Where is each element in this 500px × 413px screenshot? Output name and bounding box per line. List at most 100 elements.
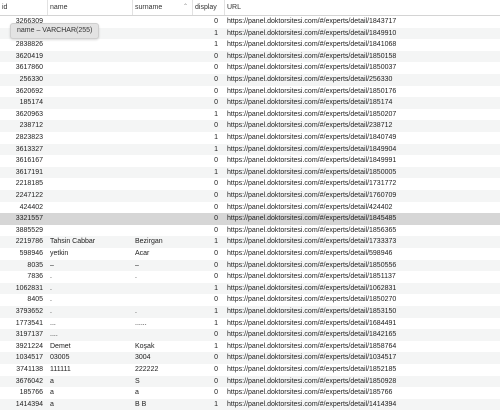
table-row[interactable]: 238712 0 https://panel.doktorsitesi.com/#/… bbox=[0, 120, 500, 132]
cell-url[interactable]: https://panel.doktorsitesi.com/#/experts… bbox=[226, 144, 500, 156]
cell-url[interactable]: https://panel.doktorsitesi.com/#/experts… bbox=[226, 213, 500, 225]
cell-display[interactable]: 0 bbox=[193, 190, 220, 202]
cell-url[interactable]: https://panel.doktorsitesi.com/#/experts… bbox=[226, 74, 500, 86]
cell-url[interactable]: https://panel.doktorsitesi.com/#/experts… bbox=[226, 202, 500, 214]
cell-name[interactable] bbox=[49, 120, 129, 132]
cell-name[interactable] bbox=[49, 39, 129, 51]
table-row[interactable]: 3613327 1 https://panel.doktorsitesi.com/#… bbox=[0, 143, 500, 156]
cell-id[interactable]: 2247122 bbox=[0, 190, 45, 202]
cell-name[interactable]: 111111 bbox=[49, 364, 129, 376]
cell-url[interactable]: https://panel.doktorsitesi.com/#/experts… bbox=[226, 271, 500, 283]
cell-name[interactable] bbox=[49, 97, 129, 109]
cell-name[interactable]: a bbox=[49, 376, 129, 388]
cell-display[interactable]: 0 bbox=[193, 86, 220, 98]
table-row[interactable]: 185766 a a 0 https://panel.doktorsitesi.com/… bbox=[0, 387, 500, 399]
cell-id[interactable]: 3620419 bbox=[0, 51, 45, 63]
cell-name[interactable]: Demet bbox=[49, 341, 129, 353]
cell-display[interactable]: 1 bbox=[193, 167, 220, 179]
table-row[interactable]: 3620963 1 https://panel.doktorsitesi.com/#… bbox=[0, 109, 500, 121]
cell-name[interactable] bbox=[49, 51, 129, 63]
cell-display[interactable]: 0 bbox=[193, 74, 220, 86]
sort-indicator-icon[interactable]: ⌃ bbox=[183, 0, 188, 15]
cell-id[interactable]: 1773541 bbox=[0, 318, 45, 330]
cell-url[interactable]: https://panel.doktorsitesi.com/#/experts… bbox=[226, 283, 500, 295]
cell-name[interactable] bbox=[49, 225, 129, 237]
column-header-display[interactable]: display bbox=[193, 0, 225, 15]
cell-surname[interactable] bbox=[134, 225, 190, 237]
table-row[interactable]: 1062831. 1 https://panel.doktorsitesi.com/… bbox=[0, 282, 500, 295]
table-row[interactable]: 424402 0 https://panel.doktorsitesi.com/#/… bbox=[0, 202, 500, 214]
cell-id[interactable]: 256330 bbox=[0, 74, 45, 86]
table-row[interactable]: 3616167 0 https://panel.doktorsitesi.com/#… bbox=[0, 155, 500, 167]
cell-id[interactable]: 3617191 bbox=[0, 167, 45, 179]
table-row[interactable]: 3921224 Demet Koşak 1 https://panel.doktorsi… bbox=[0, 341, 500, 353]
cell-id[interactable]: 3613327 bbox=[0, 144, 45, 156]
table-row[interactable]: 3676042 a S 0 https://panel.doktorsitesi.com… bbox=[0, 375, 500, 388]
cell-id[interactable]: 238712 bbox=[0, 120, 45, 132]
cell-surname[interactable] bbox=[134, 28, 190, 40]
cell-display[interactable]: 0 bbox=[193, 352, 220, 364]
column-header-surname[interactable]: surname ⌃ bbox=[133, 0, 193, 15]
cell-surname[interactable] bbox=[134, 144, 190, 156]
cell-display[interactable]: 0 bbox=[193, 51, 220, 63]
cell-id[interactable]: 2219786 bbox=[0, 236, 45, 248]
cell-url[interactable]: https://panel.doktorsitesi.com/#/experts… bbox=[226, 167, 500, 179]
column-header-name[interactable]: name bbox=[48, 0, 133, 15]
cell-display[interactable]: 0 bbox=[193, 376, 220, 388]
cell-display[interactable]: 0 bbox=[193, 387, 220, 399]
cell-url[interactable]: https://panel.doktorsitesi.com/#/experts… bbox=[226, 376, 500, 388]
cell-display[interactable]: 0 bbox=[193, 213, 220, 225]
cell-surname[interactable] bbox=[134, 213, 190, 225]
cell-id[interactable]: 1034517 bbox=[0, 352, 45, 364]
cell-display[interactable]: 0 bbox=[193, 178, 220, 190]
cell-name[interactable] bbox=[49, 109, 129, 121]
cell-surname[interactable] bbox=[134, 283, 190, 295]
cell-url[interactable]: https://panel.doktorsitesi.com/#/experts… bbox=[226, 62, 500, 74]
cell-id[interactable]: 185766 bbox=[0, 387, 45, 399]
cell-surname[interactable]: 3004 bbox=[134, 352, 190, 364]
cell-display[interactable]: 0 bbox=[193, 16, 220, 28]
cell-name[interactable]: . bbox=[49, 306, 129, 318]
cell-display[interactable]: 1 bbox=[193, 306, 220, 318]
table-row[interactable]: 3617860 0 https://panel.doktorsitesi.com/#… bbox=[0, 62, 500, 74]
cell-id[interactable]: 598946 bbox=[0, 248, 45, 260]
cell-surname[interactable] bbox=[134, 109, 190, 121]
cell-display[interactable]: 1 bbox=[193, 144, 220, 156]
cell-name[interactable] bbox=[49, 155, 129, 167]
cell-surname[interactable] bbox=[134, 39, 190, 51]
cell-url[interactable]: https://panel.doktorsitesi.com/#/experts… bbox=[226, 294, 500, 306]
cell-display[interactable]: 0 bbox=[193, 155, 220, 167]
cell-id[interactable]: 3616167 bbox=[0, 155, 45, 167]
cell-surname[interactable] bbox=[134, 329, 190, 341]
cell-url[interactable]: https://panel.doktorsitesi.com/#/experts… bbox=[226, 190, 500, 202]
cell-surname[interactable] bbox=[134, 74, 190, 86]
table-row[interactable]: 2218185 0 https://panel.doktorsitesi.com/#… bbox=[0, 178, 500, 190]
table-row[interactable]: 256330 0 https://panel.doktorsitesi.com/#/… bbox=[0, 74, 500, 86]
cell-id[interactable]: 1414394 bbox=[0, 399, 45, 411]
cell-name[interactable] bbox=[49, 86, 129, 98]
table-row[interactable]: 1414394 a B B 1 https://panel.doktorsitesi.c… bbox=[0, 398, 500, 411]
cell-display[interactable]: 0 bbox=[193, 97, 220, 109]
cell-id[interactable]: 7836 bbox=[0, 271, 45, 283]
table-row[interactable]: 3620419 0 https://panel.doktorsitesi.com/#… bbox=[0, 50, 500, 63]
cell-display[interactable]: 0 bbox=[193, 248, 220, 260]
cell-id[interactable]: 3921224 bbox=[0, 341, 45, 353]
cell-url[interactable]: https://panel.doktorsitesi.com/#/experts… bbox=[226, 387, 500, 399]
cell-display[interactable]: 1 bbox=[193, 283, 220, 295]
cell-name[interactable] bbox=[49, 213, 129, 225]
table-row[interactable]: 3197137.... 0 https://panel.doktorsitesi.c… bbox=[0, 329, 500, 341]
cell-name[interactable] bbox=[49, 167, 129, 179]
table-row[interactable]: 1034517 03005 3004 0 https://panel.doktorsit… bbox=[0, 352, 500, 364]
cell-surname[interactable] bbox=[134, 202, 190, 214]
cell-url[interactable]: https://panel.doktorsitesi.com/#/experts… bbox=[226, 39, 500, 51]
cell-id[interactable]: 2838826 bbox=[0, 39, 45, 51]
cell-url[interactable]: https://panel.doktorsitesi.com/#/experts… bbox=[226, 86, 500, 98]
cell-display[interactable]: 1 bbox=[193, 318, 220, 330]
cell-surname[interactable]: – bbox=[134, 260, 190, 272]
cell-name[interactable]: . bbox=[49, 271, 129, 283]
cell-url[interactable]: https://panel.doktorsitesi.com/#/experts… bbox=[226, 120, 500, 132]
cell-surname[interactable]: Acar bbox=[134, 248, 190, 260]
cell-id[interactable]: 3885529 bbox=[0, 225, 45, 237]
cell-id[interactable]: 3620692 bbox=[0, 86, 45, 98]
cell-name[interactable] bbox=[49, 178, 129, 190]
